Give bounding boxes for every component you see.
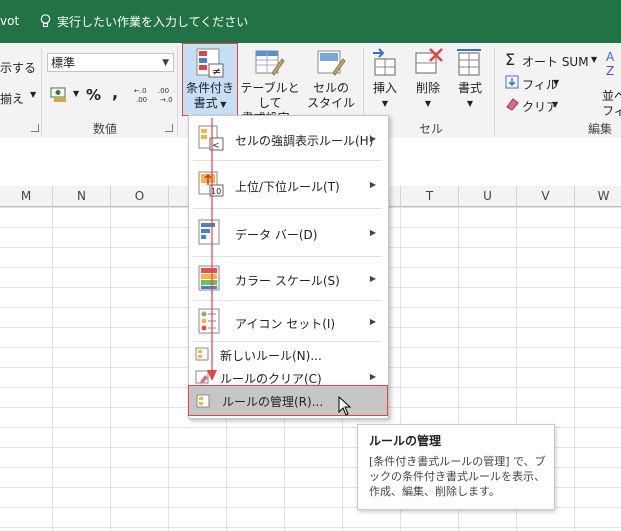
- format-label: 書式: [457, 81, 482, 95]
- delete-cells-icon: [412, 47, 444, 79]
- cell-styles-line2: スタイル: [306, 96, 355, 110]
- insert-cells-icon: [369, 47, 401, 79]
- menu-label: ルールの管理(R)...: [222, 395, 324, 409]
- decrease-decimal-icon[interactable]: .00 →.0: [158, 85, 178, 103]
- submenu-arrow-icon: ▶: [369, 317, 376, 326]
- wrap-text-button[interactable]: 示する: [0, 59, 36, 76]
- svg-text:→.0: →.0: [160, 96, 173, 103]
- svg-text:←.0: ←.0: [134, 87, 147, 95]
- conditional-formatting-line2: 書式: [193, 96, 218, 110]
- autosum-icon: Σ: [505, 50, 516, 69]
- chevron-down-icon: ▼: [424, 99, 432, 108]
- svg-text:≠: ≠: [212, 65, 221, 78]
- number-format-value: 標準: [51, 56, 76, 70]
- autosum-button[interactable]: オート SUM: [522, 53, 589, 70]
- menu-label: 上位/下位ルール(T): [235, 180, 340, 194]
- column-header-v[interactable]: V: [517, 186, 575, 206]
- submenu-arrow-icon: ▶: [369, 228, 376, 237]
- increase-decimal-icon[interactable]: ←.0 .00: [134, 85, 154, 103]
- submenu-arrow-icon: ▶: [369, 274, 376, 283]
- column-header-n[interactable]: N: [53, 186, 111, 206]
- chevron-down-icon: ▼: [466, 99, 474, 108]
- number-format-combo[interactable]: 標準 ▼: [47, 53, 174, 72]
- svg-text:.00: .00: [158, 87, 169, 95]
- insert-button[interactable]: 挿入 ▼: [368, 47, 402, 111]
- chevron-down-icon[interactable]: ▼: [73, 89, 79, 98]
- chevron-down-icon[interactable]: ▼: [162, 54, 169, 73]
- menu-label: カラー スケール(S): [235, 274, 340, 288]
- chevron-down-icon[interactable]: ▼: [552, 100, 558, 109]
- tooltip-body: [条件付き書式ルールの管理] で、ブックの条件付き書式ルールを表示、作成、編集、…: [369, 455, 546, 498]
- delete-button[interactable]: 削除 ▼: [410, 47, 446, 111]
- chevron-down-icon: ▼: [217, 100, 227, 109]
- tell-me-box[interactable]: 実行したい作業を入力してください: [40, 13, 248, 30]
- svg-text:.00: .00: [136, 96, 147, 103]
- format-button[interactable]: 書式 ▼: [452, 47, 488, 111]
- mouse-cursor-icon: [338, 396, 352, 416]
- currency-icon[interactable]: [50, 85, 72, 103]
- chevron-down-icon: ▼: [381, 99, 389, 108]
- column-header-u[interactable]: U: [459, 186, 517, 206]
- tooltip: ルールの管理 [条件付き書式ルールの管理] で、ブックの条件付き書式ルールを表示…: [357, 424, 555, 510]
- sort-filter-line2[interactable]: フィル: [602, 102, 621, 119]
- cells-group-label: セル: [419, 122, 444, 136]
- conditional-formatting-label: ≠ 条件付き 書式 ▼: [182, 47, 238, 112]
- submenu-arrow-icon: ▶: [369, 372, 376, 381]
- percent-style-button[interactable]: %: [86, 86, 101, 104]
- cell-styles-line1: セルの: [312, 81, 349, 95]
- annotation-arrow: [207, 118, 217, 381]
- eraser-icon: [506, 98, 519, 111]
- number-group-label: 数値: [93, 122, 118, 136]
- conditional-formatting-line1: 条件付き: [185, 81, 234, 95]
- chevron-down-icon[interactable]: ▼: [591, 55, 597, 64]
- merge-center-button[interactable]: 揃え: [0, 90, 24, 107]
- format-as-table-line1: テーブルとして: [240, 81, 300, 110]
- submenu-arrow-icon: ▶: [369, 134, 376, 143]
- column-header-t[interactable]: T: [401, 186, 459, 206]
- svg-text:Z: Z: [606, 64, 614, 78]
- submenu-arrow-icon: ▶: [369, 180, 376, 189]
- column-header-m[interactable]: M: [0, 186, 53, 206]
- conditional-formatting-icon: ≠: [194, 47, 226, 79]
- delete-label: 削除: [415, 81, 440, 95]
- comma-style-button[interactable]: ,: [112, 83, 118, 102]
- cell-styles-icon: [315, 47, 347, 79]
- ribbon-tab-partial[interactable]: vot: [0, 14, 19, 28]
- editing-group-label: 編集: [588, 122, 613, 136]
- svg-text:A: A: [606, 50, 615, 64]
- sort-filter-icon: A Z: [606, 50, 615, 78]
- alignment-launcher-icon[interactable]: [31, 124, 39, 132]
- fill-down-icon: [505, 75, 519, 89]
- chevron-down-icon: ▼: [30, 90, 37, 99]
- tooltip-title: ルールの管理: [369, 434, 442, 448]
- lightbulb-icon: [40, 14, 51, 28]
- insert-label: 挿入: [372, 81, 397, 95]
- title-bar: vot 実行したい作業を入力してください: [0, 0, 621, 43]
- chevron-down-icon[interactable]: ▼: [553, 78, 559, 87]
- column-header-w[interactable]: W: [575, 186, 621, 206]
- manage-rules-icon: [196, 394, 210, 408]
- format-as-table-icon: [254, 47, 286, 79]
- format-cells-icon: [454, 47, 486, 79]
- number-launcher-icon[interactable]: [165, 124, 173, 132]
- tell-me-text: 実行したい作業を入力してください: [57, 15, 249, 29]
- column-header-o[interactable]: O: [111, 186, 169, 206]
- menu-label: セルの強調表示ルール(H): [235, 134, 374, 148]
- menu-label: アイコン セット(I): [235, 317, 336, 331]
- menu-label: 新しいルール(N)...: [220, 349, 322, 363]
- menu-item-manage-rules[interactable]: ルールの管理(R)...: [188, 385, 388, 416]
- menu-label: データ バー(D): [235, 228, 318, 242]
